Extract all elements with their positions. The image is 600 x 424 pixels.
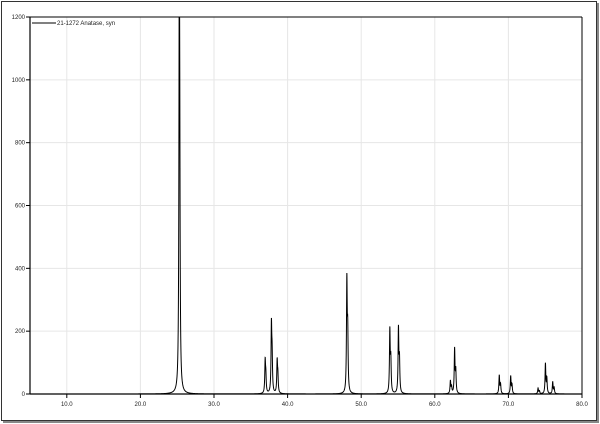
legend: 21-1272 Anatase, syn — [32, 21, 115, 27]
x-tick-label: 10.0 — [61, 402, 73, 408]
x-tick-label: 40.0 — [282, 402, 294, 408]
x-tick-label: 70.0 — [503, 402, 515, 408]
xrd-chart: 10.0 20.0 30.0 40.0 50.0 60.0 70.0 80.0 0 200 400 6… — [12, 15, 589, 408]
y-tick-label: 200 — [15, 329, 26, 335]
x-tick-label: 60.0 — [429, 402, 441, 408]
x-tick-label: 20.0 — [135, 402, 147, 408]
y-tick-label: 0 — [22, 392, 26, 398]
ticks: 10.0 20.0 30.0 40.0 50.0 60.0 70.0 80.0 0 200 400 6… — [12, 15, 589, 408]
y-tick-label: 400 — [15, 266, 26, 272]
grid — [30, 16, 583, 395]
y-tick-label: 1200 — [12, 15, 26, 21]
x-tick-label: 50.0 — [355, 402, 367, 408]
y-tick-label: 1000 — [12, 78, 26, 84]
y-tick-label: 800 — [15, 141, 26, 147]
x-tick-label: 30.0 — [208, 402, 220, 408]
legend-label: 21-1272 Anatase, syn — [57, 21, 115, 27]
x-tick-label: 80.0 — [576, 402, 588, 408]
y-tick-label: 600 — [15, 204, 26, 210]
